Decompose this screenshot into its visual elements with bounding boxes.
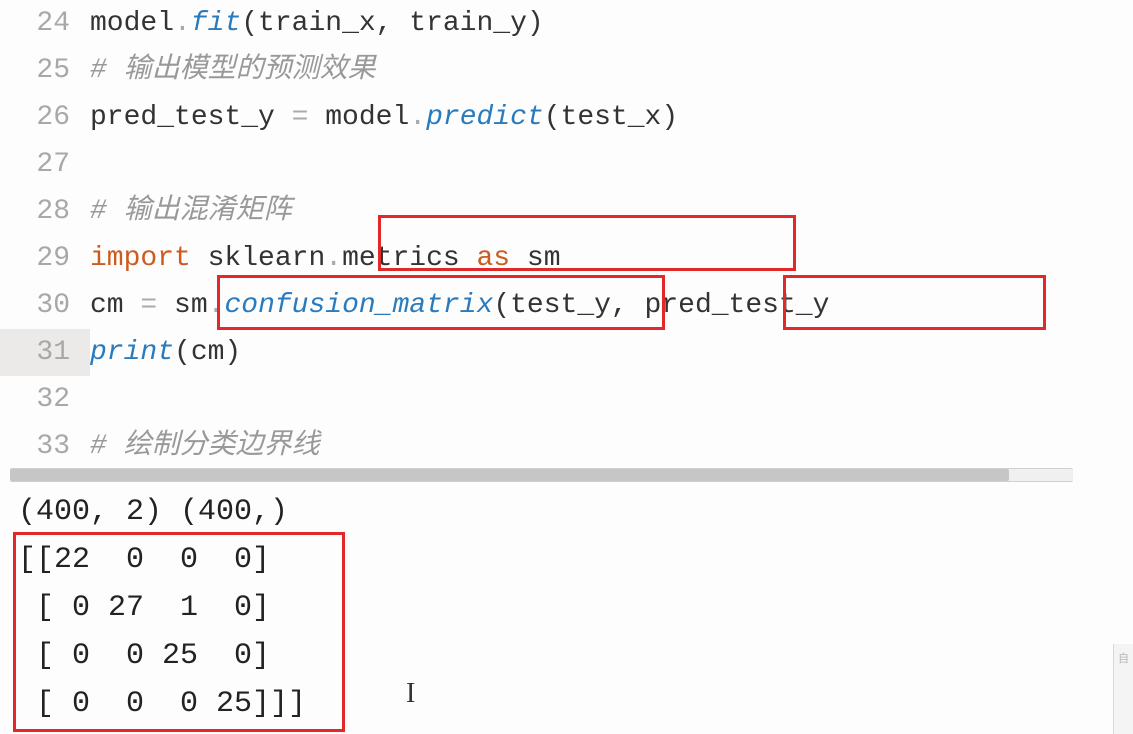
- code-line[interactable]: 24model.fit(train_x, train_y): [0, 0, 1133, 47]
- code-token: .: [409, 102, 426, 133]
- code-token: (train_x, train_y): [241, 8, 543, 39]
- code-editor-pane[interactable]: 24model.fit(train_x, train_y)25# 输出模型的预测…: [0, 0, 1133, 470]
- code-token: (test_y, pred_test_y: [493, 290, 829, 321]
- code-token: =: [292, 102, 309, 133]
- output-matrix-row: [ 0 0 25 0]: [18, 632, 1133, 680]
- code-line[interactable]: 26pred_test_y = model.predict(test_x): [0, 94, 1133, 141]
- code-content[interactable]: import sklearn.metrics as sm: [90, 235, 1133, 282]
- text-cursor-icon: [410, 682, 412, 712]
- code-token: sm: [157, 290, 207, 321]
- line-number: 30: [0, 282, 90, 329]
- code-token: sm: [510, 243, 560, 274]
- code-token: metrics: [342, 243, 476, 274]
- code-line[interactable]: 28# 输出混淆矩阵: [0, 188, 1133, 235]
- code-token: .: [325, 243, 342, 274]
- code-content[interactable]: pred_test_y = model.predict(test_x): [90, 94, 1133, 141]
- code-line[interactable]: 33# 绘制分类边界线: [0, 423, 1133, 470]
- line-number: 27: [0, 141, 90, 188]
- code-line[interactable]: 32: [0, 376, 1133, 423]
- side-widget-label: 自: [1118, 654, 1129, 666]
- code-content[interactable]: print(cm): [90, 329, 1133, 376]
- code-line[interactable]: 31print(cm): [0, 329, 1133, 376]
- code-token: =: [140, 290, 157, 321]
- output-shape-line: (400, 2) (400,): [18, 488, 1133, 536]
- code-token: .: [208, 290, 225, 321]
- code-content[interactable]: # 输出模型的预测效果: [90, 47, 1133, 94]
- code-token: as: [476, 243, 510, 274]
- code-token: .: [174, 8, 191, 39]
- code-token: print: [90, 337, 174, 368]
- scrollbar-thumb[interactable]: [10, 469, 1009, 481]
- code-token: pred_test_y: [90, 102, 292, 133]
- code-token: fit: [191, 8, 241, 39]
- line-number: 28: [0, 188, 90, 235]
- line-number: 33: [0, 423, 90, 470]
- code-line[interactable]: 29import sklearn.metrics as sm: [0, 235, 1133, 282]
- code-content[interactable]: model.fit(train_x, train_y): [90, 0, 1133, 47]
- line-number: 32: [0, 376, 90, 423]
- code-token: predict: [426, 102, 544, 133]
- code-token: import: [90, 243, 191, 274]
- code-line[interactable]: 27: [0, 141, 1133, 188]
- code-token: confusion_matrix: [224, 290, 493, 321]
- output-matrix-row: [[22 0 0 0]: [18, 536, 1133, 584]
- code-content[interactable]: # 输出混淆矩阵: [90, 188, 1133, 235]
- horizontal-scrollbar[interactable]: [10, 468, 1073, 482]
- code-token: cm: [90, 290, 140, 321]
- code-line[interactable]: 25# 输出模型的预测效果: [0, 47, 1133, 94]
- line-number: 24: [0, 0, 90, 47]
- side-widget: 自: [1113, 644, 1133, 734]
- code-token: (cm): [174, 337, 241, 368]
- code-token: model: [90, 8, 174, 39]
- output-console[interactable]: (400, 2) (400,)[[22 0 0 0] [ 0 27 1 0] […: [18, 488, 1133, 728]
- code-token: model: [308, 102, 409, 133]
- line-number: 29: [0, 235, 90, 282]
- code-token: sklearn: [191, 243, 325, 274]
- code-token: # 输出混淆矩阵: [90, 196, 292, 227]
- code-token: # 绘制分类边界线: [90, 431, 320, 462]
- code-token: (test_x): [544, 102, 678, 133]
- output-matrix-row: [ 0 0 0 25]]]: [18, 680, 1133, 728]
- code-content[interactable]: # 绘制分类边界线: [90, 423, 1133, 470]
- line-number: 31: [0, 329, 90, 376]
- output-matrix-row: [ 0 27 1 0]: [18, 584, 1133, 632]
- code-line[interactable]: 30cm = sm.confusion_matrix(test_y, pred_…: [0, 282, 1133, 329]
- code-content[interactable]: cm = sm.confusion_matrix(test_y, pred_te…: [90, 282, 1133, 329]
- code-token: # 输出模型的预测效果: [90, 55, 376, 86]
- line-number: 25: [0, 47, 90, 94]
- line-number: 26: [0, 94, 90, 141]
